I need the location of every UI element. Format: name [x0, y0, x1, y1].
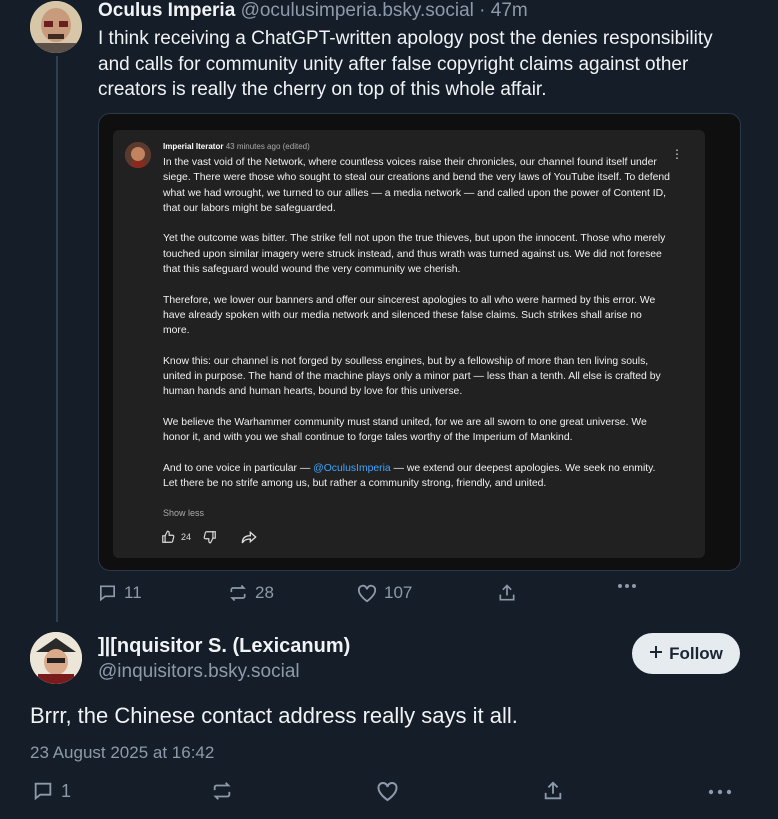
- post-text: I think receiving a ChatGPT-written apol…: [98, 28, 713, 100]
- comment-header: Imperial Iterator 43 minutes ago (edited…: [163, 142, 310, 151]
- repost-icon: [227, 583, 249, 603]
- post-text: Brrr, the Chinese contact address really…: [30, 703, 518, 728]
- reply-count: 1: [61, 780, 72, 801]
- repost-button[interactable]: 28: [227, 583, 274, 603]
- comment-text: And to one voice in particular —: [163, 462, 314, 474]
- share-icon: [542, 780, 564, 802]
- more-icon: [617, 583, 637, 589]
- commenter-name: Imperial Iterator: [163, 142, 224, 151]
- more-icon: [708, 789, 732, 795]
- reply-icon: [97, 583, 118, 603]
- follow-button[interactable]: Follow: [632, 633, 740, 674]
- comment-paragraph: Therefore, we lower our banners and offe…: [163, 294, 656, 337]
- like-icon: [356, 583, 378, 603]
- thumbs-down-icon: [203, 530, 217, 544]
- comment-actions: 24: [161, 530, 257, 544]
- comment-like-count: 24: [181, 532, 192, 542]
- like-count: 107: [384, 583, 413, 602]
- post-time[interactable]: 47m: [491, 0, 528, 21]
- reply-count: 11: [124, 583, 142, 602]
- comment-paragraph-last: And to one voice in particular — @Oculus…: [163, 461, 671, 492]
- comment-meta: 43 minutes ago (edited): [225, 142, 310, 151]
- comment-paragraph: Know this: our channel is not forged by …: [163, 355, 661, 398]
- comment-paragraph: Yet the outcome was bitter. The strike f…: [163, 233, 666, 276]
- comment-paragraph: In the vast void of the Network, where c…: [163, 157, 670, 214]
- author-handle[interactable]: @inquisitors.bsky.social: [98, 661, 300, 683]
- avatar[interactable]: [30, 632, 82, 684]
- comment-body: In the vast void of the Network, where c…: [163, 155, 671, 492]
- avatar[interactable]: [30, 1, 82, 53]
- like-button[interactable]: [375, 780, 400, 802]
- post-header: Oculus Imperia @oculusimperia.bsky.socia…: [98, 0, 528, 22]
- post-actions: 11 28 107: [0, 583, 778, 609]
- show-less-link: Show less: [163, 508, 205, 518]
- reply-button[interactable]: 11: [97, 583, 142, 603]
- repost-count: 28: [255, 583, 274, 602]
- post-actions: 1: [0, 780, 778, 806]
- repost-icon: [210, 780, 234, 802]
- like-icon: [375, 780, 400, 802]
- thumbs-up-icon: [161, 530, 175, 544]
- author-handle[interactable]: @oculusimperia.bsky.social: [241, 0, 474, 21]
- youtube-comment: Imperial Iterator 43 minutes ago (edited…: [113, 130, 705, 558]
- share-button[interactable]: [542, 780, 564, 802]
- separator: ·: [479, 0, 486, 21]
- follow-label: Follow: [669, 643, 723, 663]
- reply-icon: [31, 780, 55, 802]
- post-date: 23 August 2025 at 16:42: [30, 743, 215, 762]
- thread-line: [56, 56, 58, 622]
- like-button[interactable]: 107: [356, 583, 412, 603]
- more-button[interactable]: [617, 583, 637, 589]
- comment-mention: @OculusImperia: [313, 462, 391, 474]
- more-button[interactable]: [708, 789, 732, 795]
- more-vertical-icon: ⋮: [671, 147, 683, 161]
- reply-button[interactable]: 1: [31, 780, 71, 802]
- share-icon: [497, 583, 517, 603]
- share-arrow-icon: [241, 530, 257, 544]
- embedded-image[interactable]: Imperial Iterator 43 minutes ago (edited…: [98, 113, 741, 571]
- commenter-avatar: [125, 142, 151, 168]
- share-button[interactable]: [497, 583, 517, 603]
- author-name[interactable]: ]|[nquisitor S. (Lexicanum): [98, 635, 350, 658]
- plus-icon: [649, 644, 663, 664]
- comment-paragraph: We believe the Warhammer community must …: [163, 417, 647, 444]
- repost-button[interactable]: [210, 780, 234, 802]
- author-name[interactable]: Oculus Imperia: [98, 0, 235, 21]
